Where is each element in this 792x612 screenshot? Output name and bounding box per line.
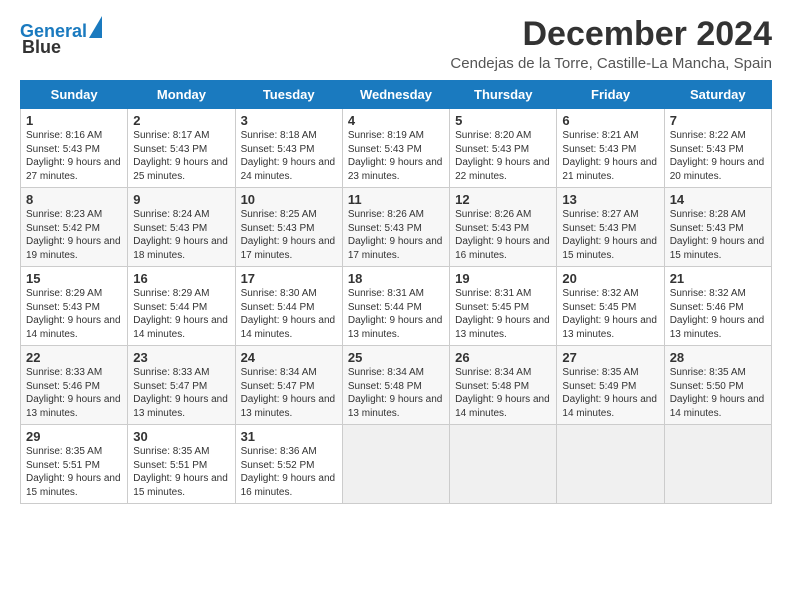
table-row: 13 Sunrise: 8:27 AMSunset: 5:43 PMDaylig… — [557, 188, 664, 267]
table-row: 26 Sunrise: 8:34 AMSunset: 5:48 PMDaylig… — [450, 346, 557, 425]
table-row: 7 Sunrise: 8:22 AMSunset: 5:43 PMDayligh… — [664, 109, 771, 188]
header-row: Sunday Monday Tuesday Wednesday Thursday… — [21, 81, 772, 109]
table-row: 16 Sunrise: 8:29 AMSunset: 5:44 PMDaylig… — [128, 267, 235, 346]
table-row: 23 Sunrise: 8:33 AMSunset: 5:47 PMDaylig… — [128, 346, 235, 425]
week-row: 8 Sunrise: 8:23 AMSunset: 5:42 PMDayligh… — [21, 188, 772, 267]
table-row: 17 Sunrise: 8:30 AMSunset: 5:44 PMDaylig… — [235, 267, 342, 346]
table-row: 2 Sunrise: 8:17 AMSunset: 5:43 PMDayligh… — [128, 109, 235, 188]
empty-cell — [342, 425, 449, 504]
table-row: 6 Sunrise: 8:21 AMSunset: 5:43 PMDayligh… — [557, 109, 664, 188]
table-row: 5 Sunrise: 8:20 AMSunset: 5:43 PMDayligh… — [450, 109, 557, 188]
calendar-table: Sunday Monday Tuesday Wednesday Thursday… — [20, 80, 772, 504]
month-title: December 2024 — [450, 16, 772, 53]
empty-cell — [557, 425, 664, 504]
table-row: 10 Sunrise: 8:25 AMSunset: 5:43 PMDaylig… — [235, 188, 342, 267]
table-row: 24 Sunrise: 8:34 AMSunset: 5:47 PMDaylig… — [235, 346, 342, 425]
logo: General Blue — [20, 20, 102, 56]
table-row: 3 Sunrise: 8:18 AMSunset: 5:43 PMDayligh… — [235, 109, 342, 188]
table-row: 9 Sunrise: 8:24 AMSunset: 5:43 PMDayligh… — [128, 188, 235, 267]
table-row: 1 Sunrise: 8:16 AMSunset: 5:43 PMDayligh… — [21, 109, 128, 188]
header: General Blue December 2024 Cendejas de l… — [20, 16, 772, 72]
week-row: 22 Sunrise: 8:33 AMSunset: 5:46 PMDaylig… — [21, 346, 772, 425]
col-monday: Monday — [128, 81, 235, 109]
table-row: 12 Sunrise: 8:26 AMSunset: 5:43 PMDaylig… — [450, 188, 557, 267]
col-thursday: Thursday — [450, 81, 557, 109]
table-row: 21 Sunrise: 8:32 AMSunset: 5:46 PMDaylig… — [664, 267, 771, 346]
col-sunday: Sunday — [21, 81, 128, 109]
title-section: December 2024 Cendejas de la Torre, Cast… — [450, 16, 772, 72]
table-row: 31 Sunrise: 8:36 AMSunset: 5:52 PMDaylig… — [235, 425, 342, 504]
logo-blue-text: Blue — [20, 38, 61, 56]
location: Cendejas de la Torre, Castille-La Mancha… — [450, 55, 772, 72]
table-row: 28 Sunrise: 8:35 AMSunset: 5:50 PMDaylig… — [664, 346, 771, 425]
week-row: 15 Sunrise: 8:29 AMSunset: 5:43 PMDaylig… — [21, 267, 772, 346]
table-row: 14 Sunrise: 8:28 AMSunset: 5:43 PMDaylig… — [664, 188, 771, 267]
empty-cell — [450, 425, 557, 504]
table-row: 15 Sunrise: 8:29 AMSunset: 5:43 PMDaylig… — [21, 267, 128, 346]
table-row: 20 Sunrise: 8:32 AMSunset: 5:45 PMDaylig… — [557, 267, 664, 346]
week-row: 29 Sunrise: 8:35 AMSunset: 5:51 PMDaylig… — [21, 425, 772, 504]
col-tuesday: Tuesday — [235, 81, 342, 109]
table-row: 18 Sunrise: 8:31 AMSunset: 5:44 PMDaylig… — [342, 267, 449, 346]
week-row: 1 Sunrise: 8:16 AMSunset: 5:43 PMDayligh… — [21, 109, 772, 188]
calendar-page: General Blue December 2024 Cendejas de l… — [0, 0, 792, 514]
table-row: 11 Sunrise: 8:26 AMSunset: 5:43 PMDaylig… — [342, 188, 449, 267]
empty-cell — [664, 425, 771, 504]
table-row: 19 Sunrise: 8:31 AMSunset: 5:45 PMDaylig… — [450, 267, 557, 346]
table-row: 4 Sunrise: 8:19 AMSunset: 5:43 PMDayligh… — [342, 109, 449, 188]
table-row: 22 Sunrise: 8:33 AMSunset: 5:46 PMDaylig… — [21, 346, 128, 425]
table-row: 27 Sunrise: 8:35 AMSunset: 5:49 PMDaylig… — [557, 346, 664, 425]
col-wednesday: Wednesday — [342, 81, 449, 109]
table-row: 25 Sunrise: 8:34 AMSunset: 5:48 PMDaylig… — [342, 346, 449, 425]
table-row: 8 Sunrise: 8:23 AMSunset: 5:42 PMDayligh… — [21, 188, 128, 267]
col-saturday: Saturday — [664, 81, 771, 109]
col-friday: Friday — [557, 81, 664, 109]
table-row: 29 Sunrise: 8:35 AMSunset: 5:51 PMDaylig… — [21, 425, 128, 504]
table-row: 30 Sunrise: 8:35 AMSunset: 5:51 PMDaylig… — [128, 425, 235, 504]
